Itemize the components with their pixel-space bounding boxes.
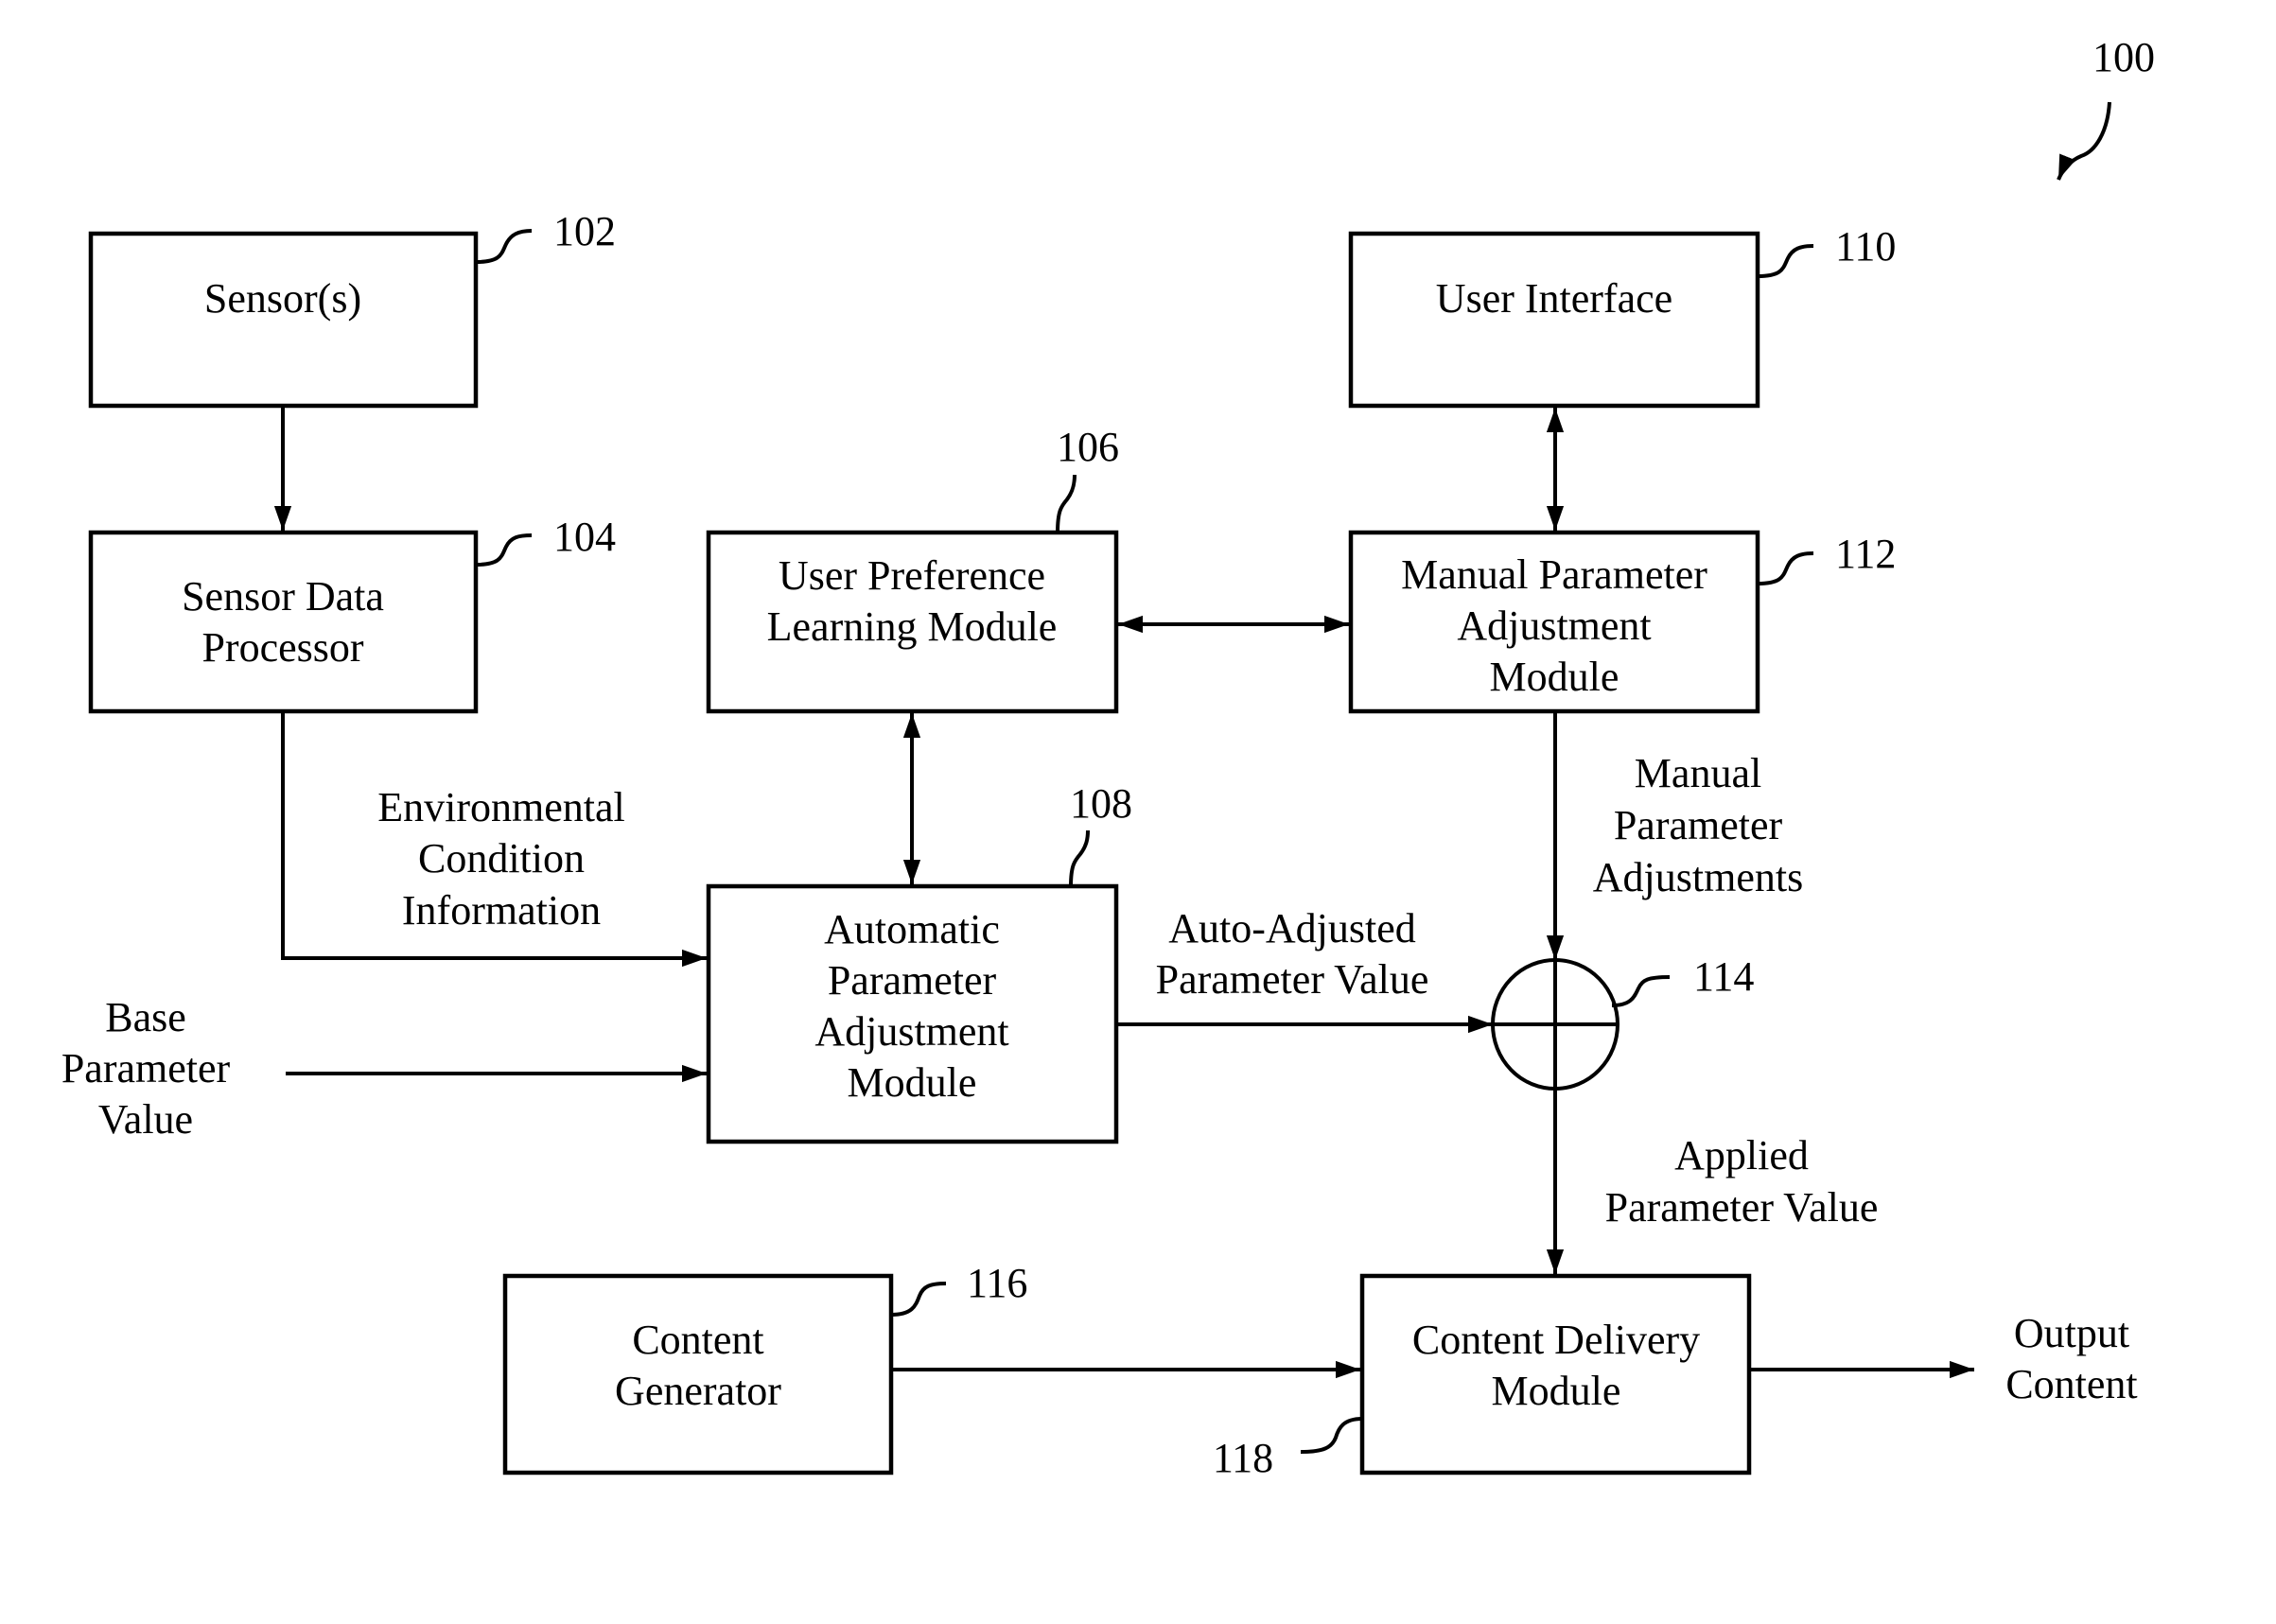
figure-reference-label: 100 bbox=[2092, 34, 2155, 80]
content-delivery-label-line1: Content Delivery bbox=[1412, 1317, 1700, 1363]
user-preference-learning-block: User Preference Learning Module bbox=[706, 530, 1119, 714]
applied-value-line2: Parameter Value bbox=[1605, 1184, 1879, 1231]
content-delivery-label-line2: Module bbox=[1492, 1368, 1621, 1414]
environmental-condition-line1: Environmental bbox=[377, 784, 625, 830]
manual-adjustments-line2: Parameter bbox=[1614, 802, 1783, 848]
automatic-parameter-adjustment-block: Automatic Parameter Adjustment Module bbox=[706, 883, 1119, 1144]
automatic-parameter-adjustment-label-line2: Parameter bbox=[828, 957, 997, 1004]
system-block-diagram: 100 Sensor(s) 102 Sensor Data Processor … bbox=[61, 34, 2155, 1481]
manual-adjustments-label: Manual Parameter Adjustments bbox=[1593, 750, 1803, 900]
user-interface-label: User Interface bbox=[1436, 275, 1672, 322]
ref-label-118: 118 bbox=[1213, 1435, 1273, 1481]
ref-label-114: 114 bbox=[1693, 953, 1754, 1000]
ref-leader-110 bbox=[1757, 244, 1814, 278]
ref-label-104: 104 bbox=[553, 514, 616, 560]
manual-parameter-adjustment-label-line1: Manual Parameter bbox=[1401, 551, 1707, 598]
ref-label-112: 112 bbox=[1835, 531, 1896, 577]
content-generator-label-line2: Generator bbox=[615, 1368, 781, 1414]
ref-leader-106 bbox=[1056, 474, 1077, 533]
base-parameter-line2: Parameter bbox=[61, 1045, 231, 1091]
ref-label-108: 108 bbox=[1070, 780, 1132, 827]
user-interface-block: User Interface bbox=[1348, 231, 1760, 409]
auto-adjusted-value-label: Auto-Adjusted Parameter Value bbox=[1156, 905, 1429, 1003]
manual-parameter-adjustment-label-line2: Adjustment bbox=[1457, 602, 1651, 649]
base-parameter-line1: Base bbox=[105, 994, 186, 1040]
base-parameter-value-label: Base Parameter Value bbox=[61, 994, 231, 1143]
ref-label-102: 102 bbox=[553, 208, 616, 254]
sensor-data-processor-block: Sensor Data Processor bbox=[88, 530, 479, 714]
ref-leader-104 bbox=[475, 533, 533, 567]
ref-leader-108 bbox=[1069, 829, 1090, 887]
ref-label-106: 106 bbox=[1057, 424, 1119, 470]
output-content-label: Output Content bbox=[2005, 1310, 2137, 1407]
auto-adjusted-line1: Auto-Adjusted bbox=[1168, 905, 1416, 952]
manual-adjustments-line3: Adjustments bbox=[1593, 854, 1803, 900]
environmental-condition-line2: Condition bbox=[418, 835, 585, 882]
automatic-parameter-adjustment-label-line1: Automatic bbox=[824, 906, 1000, 952]
environmental-condition-label: Environmental Condition Information bbox=[377, 784, 625, 934]
manual-parameter-adjustment-block: Manual Parameter Adjustment Module bbox=[1348, 530, 1760, 714]
ref-label-116: 116 bbox=[967, 1260, 1027, 1306]
sensor-data-processor-label-line1: Sensor Data bbox=[182, 573, 384, 620]
applied-value-line1: Applied bbox=[1674, 1132, 1809, 1179]
summing-junction bbox=[1491, 958, 1619, 1091]
content-generator-block: Content Generator bbox=[502, 1273, 894, 1476]
sensors-block-label: Sensor(s) bbox=[204, 275, 361, 322]
content-generator-label-line1: Content bbox=[632, 1317, 763, 1363]
ref-label-110: 110 bbox=[1835, 223, 1896, 270]
manual-parameter-adjustment-label-line3: Module bbox=[1490, 654, 1619, 700]
user-preference-learning-label-line2: Learning Module bbox=[767, 603, 1058, 650]
ref-leader-112 bbox=[1757, 551, 1814, 585]
ref-leader-102 bbox=[475, 229, 533, 264]
manual-adjustments-line1: Manual bbox=[1635, 750, 1761, 796]
automatic-parameter-adjustment-label-line4: Module bbox=[848, 1059, 977, 1106]
base-parameter-line3: Value bbox=[98, 1096, 193, 1143]
automatic-parameter-adjustment-label-line3: Adjustment bbox=[814, 1008, 1008, 1055]
auto-adjusted-line2: Parameter Value bbox=[1156, 956, 1429, 1003]
applied-value-label: Applied Parameter Value bbox=[1605, 1132, 1879, 1231]
user-preference-learning-label-line1: User Preference bbox=[779, 552, 1045, 599]
content-delivery-block: Content Delivery Module bbox=[1359, 1273, 1752, 1476]
ref-leader-118 bbox=[1300, 1417, 1363, 1454]
sensor-data-processor-label-line2: Processor bbox=[201, 624, 363, 671]
ref-leader-114 bbox=[1611, 975, 1671, 1007]
output-content-line1: Output bbox=[2014, 1310, 2129, 1356]
environmental-condition-line3: Information bbox=[402, 887, 601, 934]
sensors-block: Sensor(s) bbox=[88, 231, 479, 409]
ref-leader-116 bbox=[890, 1282, 947, 1317]
figure-reference-arrow bbox=[2057, 101, 2111, 181]
output-content-line2: Content bbox=[2005, 1361, 2137, 1407]
